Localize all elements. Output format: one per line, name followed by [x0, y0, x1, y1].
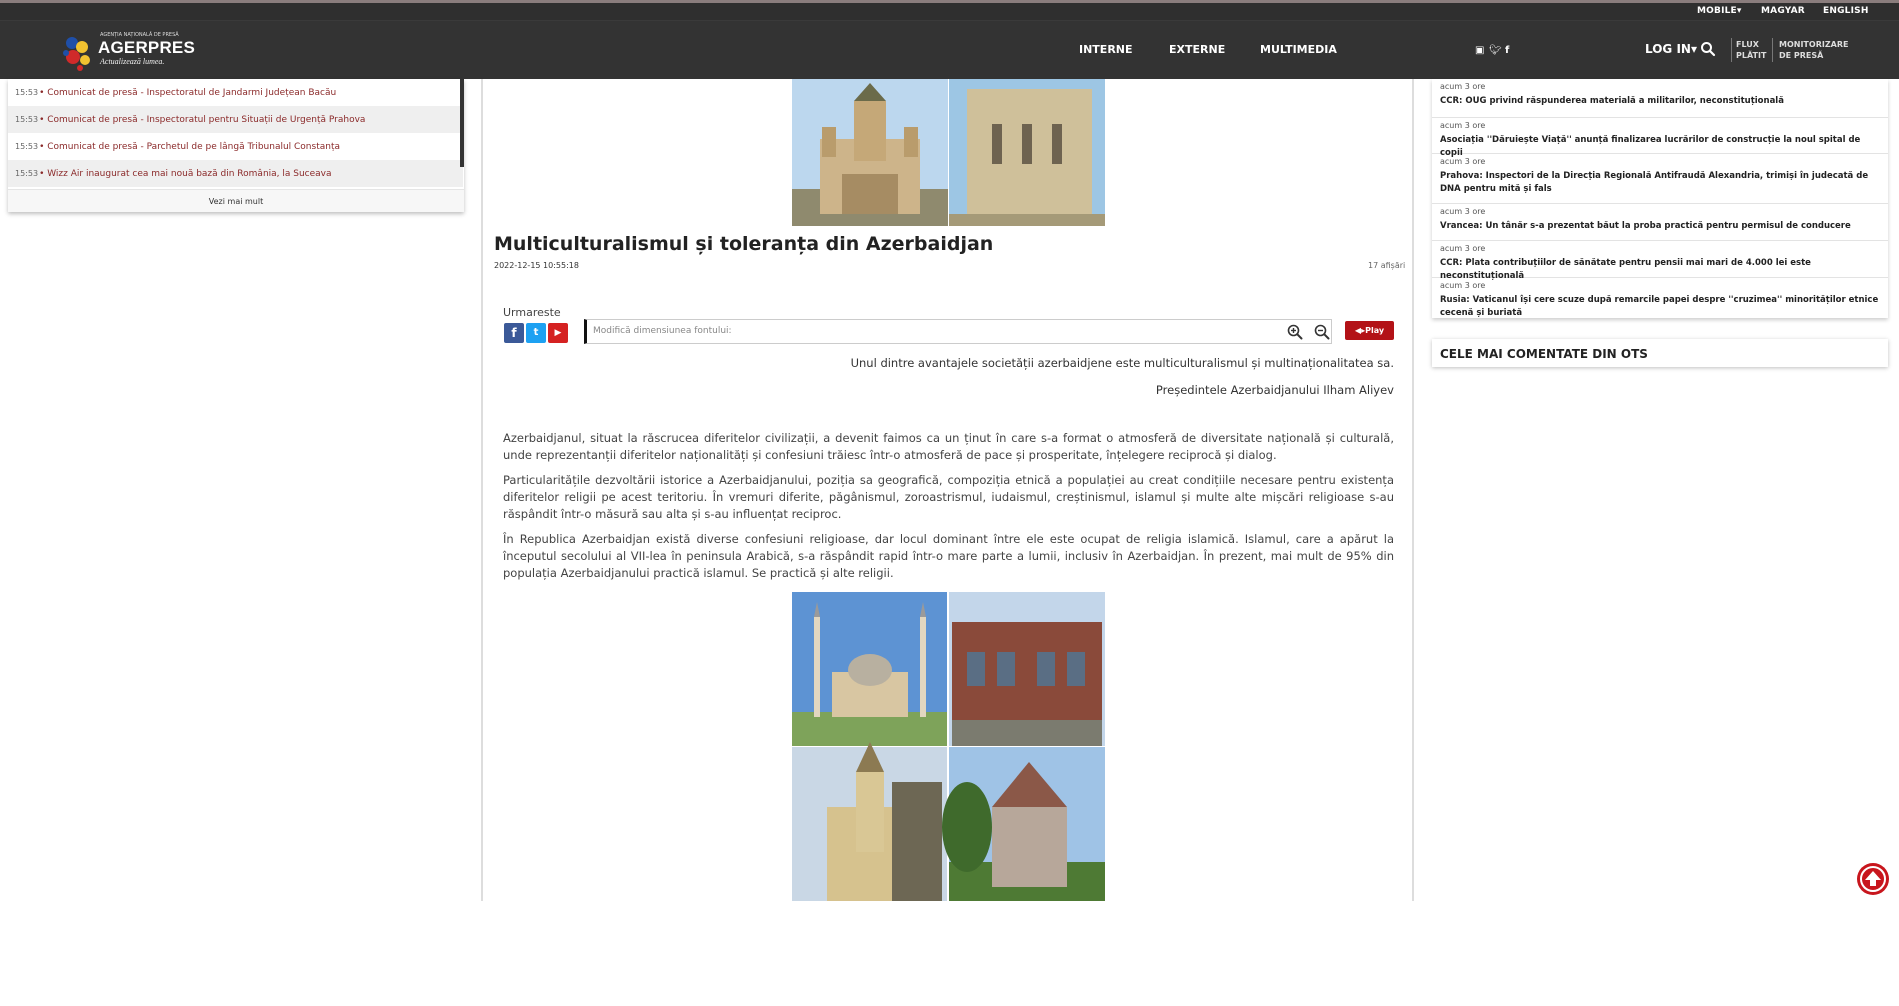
monitorizare-link[interactable]: MONITORIZARE DE PRESĂ [1779, 39, 1848, 61]
quote-author: Președintele Azerbaidjanului Ilham Aliye… [1155, 383, 1394, 397]
font-size-label: Modifică dimensiunea fontului: [593, 326, 732, 336]
magyar-link[interactable]: MAGYAR [1761, 6, 1805, 16]
most-commented-header: CELE MAI COMENTATE DIN OTS [1432, 339, 1888, 367]
list-item[interactable]: 15:53 • Comunicat de presă - Inspectorat… [8, 106, 463, 133]
follow-label: Urmareste [503, 306, 561, 319]
search-icon[interactable] [1700, 41, 1716, 57]
article-title: Multiculturalismul și toleranța din Azer… [494, 233, 994, 255]
list-item[interactable]: acum 3 ore Rusia: Vaticanul își cere scu… [1432, 278, 1888, 318]
facebook-icon[interactable]: f [1505, 45, 1509, 56]
see-more-button[interactable]: Vezi mai mult [8, 189, 464, 212]
most-commented-title: CELE MAI COMENTATE DIN OTS [1440, 347, 1648, 361]
article-paragraph: Particularitățile dezvoltării istorice a… [503, 473, 1394, 521]
latest-news-list: 15:53 • Comunicat de presă - Inspectorat… [8, 79, 463, 189]
mobile-link[interactable]: MOBILE▾ [1697, 6, 1742, 16]
flux-platit-link[interactable]: FLUX PLĂTIT [1736, 39, 1766, 61]
list-item[interactable]: 15:53 • Comunicat de presă - Inspectorat… [8, 79, 463, 106]
logo-slogan: Actualizează lumea. [100, 57, 165, 66]
youtube-icon[interactable]: ▣ [1475, 45, 1484, 56]
play-audio-button[interactable]: ◀▸Play [1345, 321, 1394, 340]
login-button[interactable]: LOG IN▾ [1645, 42, 1697, 56]
article-paragraph: În Republica Azerbaidjan există diverse … [503, 532, 1394, 580]
nav-externe[interactable]: EXTERNE [1169, 43, 1225, 56]
logo-brand-text: AGERPRES [98, 38, 196, 57]
article-image-grid [792, 592, 1105, 901]
zoom-out-icon[interactable] [1314, 324, 1330, 340]
list-item[interactable]: acum 3 ore CCR: OUG privind răspunderea … [1432, 79, 1888, 118]
font-size-control: Modifică dimensiunea fontului: [584, 319, 1332, 344]
article-quote: Unul dintre avantajele societății azerba… [850, 356, 1394, 370]
list-item[interactable]: 15:53 • Wizz Air inaugurat cea mai nouă … [8, 160, 463, 187]
recent-news-panel: acum 3 ore CCR: OUG privind răspunderea … [1432, 79, 1888, 318]
twitter-icon[interactable]: 🐦︎ [1489, 45, 1502, 56]
youtube-share-icon[interactable]: ▶ [548, 323, 568, 343]
back-to-top-icon[interactable] [1856, 862, 1890, 896]
article-views: 17 afișări [1368, 261, 1406, 270]
zoom-in-icon[interactable] [1287, 324, 1303, 340]
list-item[interactable]: acum 3 ore Vrancea: Un tânăr s-a prezent… [1432, 204, 1888, 241]
latest-news-panel: 15:53 • Comunicat de presă - Inspectorat… [8, 79, 464, 212]
nav-multimedia[interactable]: MULTIMEDIA [1260, 43, 1337, 56]
list-item[interactable]: 15:53 • Comunicat de presă - Parchetul d… [8, 133, 463, 160]
article-top-image [792, 79, 1105, 226]
article-border-left [481, 79, 483, 901]
list-scrollbar[interactable] [460, 79, 464, 167]
nav-divider [1772, 38, 1773, 62]
logo-emblem-icon [63, 37, 90, 71]
facebook-share-icon[interactable]: f [504, 323, 524, 343]
list-item[interactable]: acum 3 ore Prahova: Inspectori de la Dir… [1432, 154, 1888, 204]
nav-interne[interactable]: INTERNE [1079, 43, 1133, 56]
list-item[interactable]: acum 3 ore CCR: Plata contribuțiilor de … [1432, 241, 1888, 281]
agerpres-logo[interactable]: AGENȚIA NAȚIONALĂ DE PRESĂ AGERPRES Actu… [60, 31, 195, 71]
article-date: 2022-12-15 10:55:18 [494, 261, 579, 270]
main-navigation: AGENȚIA NAȚIONALĂ DE PRESĂ AGERPRES Actu… [0, 21, 1899, 79]
twitter-share-icon[interactable]: t [526, 323, 546, 343]
list-item[interactable]: acum 3 ore Asociația ''Dăruiește Viață''… [1432, 118, 1888, 158]
english-link[interactable]: ENGLISH [1823, 6, 1869, 16]
nav-divider [1731, 38, 1732, 62]
article-paragraph: Azerbaidjanul, situat la răscrucea difer… [503, 431, 1394, 462]
article-border-right [1412, 79, 1414, 901]
top-language-bar: MOBILE▾ MAGYAR ENGLISH [0, 3, 1899, 21]
